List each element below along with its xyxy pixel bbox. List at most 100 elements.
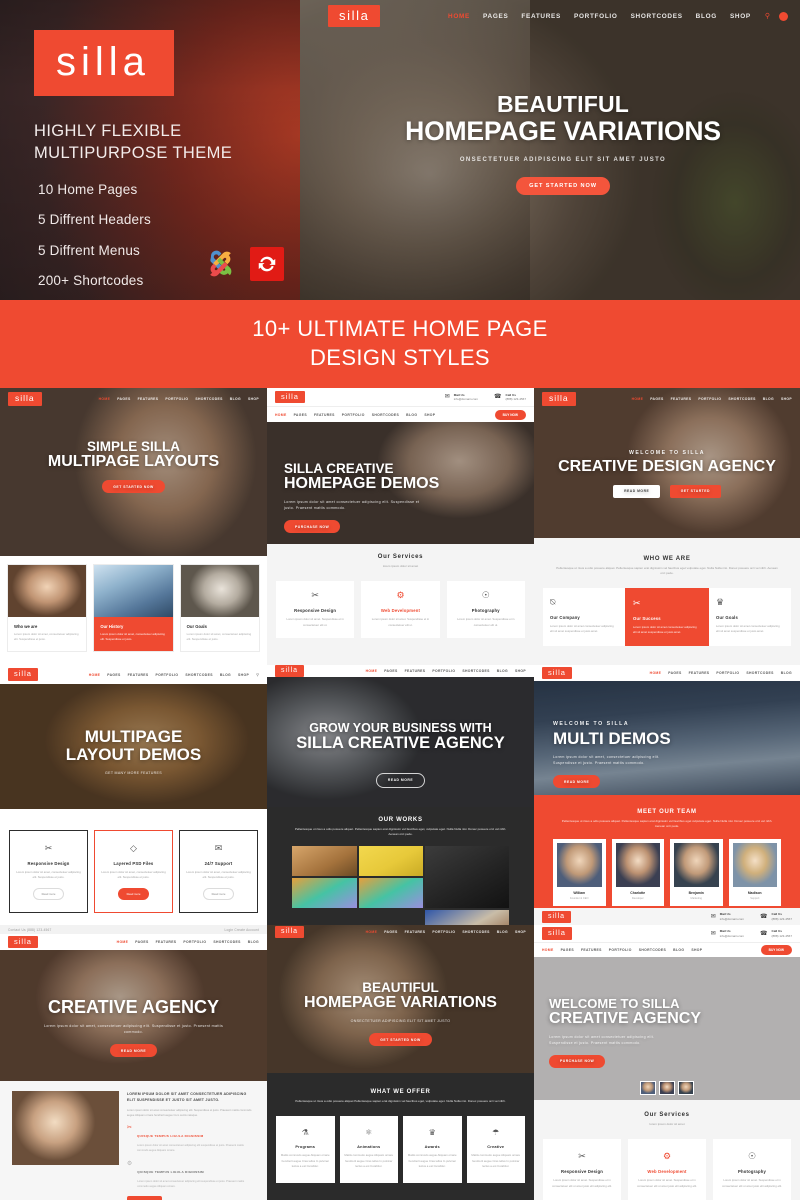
thumb-cta-button[interactable]: Purchase Now (284, 520, 341, 534)
thumb-logo[interactable]: silla (275, 665, 305, 677)
thumb-logo[interactable]: silla (275, 926, 305, 938)
feature-item[interactable]: ⚙ QUISQUE TEMPUS LIGULA DIGNISSIM Lorem … (127, 1160, 255, 1190)
nav-item-features[interactable]: FEATURES (521, 13, 561, 20)
nav-item-blog[interactable]: BLOG (696, 13, 717, 20)
service-card[interactable]: ✂ Responsive Design Lorem ipsum dolor si… (276, 581, 355, 639)
team-member[interactable]: Charlotte Developer (611, 838, 664, 906)
nav-item-shop[interactable]: SHOP (424, 413, 435, 417)
nav-item-portfolio[interactable]: PORTFOLIO (155, 673, 178, 677)
nav-item-pages[interactable]: PAGES (384, 669, 397, 673)
thumb-grow-your-business[interactable]: silla HOME PAGES FEATURES PORTFOLIO SHOR… (267, 665, 534, 925)
nav-item-shortcodes[interactable]: SHORTCODES (213, 940, 240, 944)
slider-thumb[interactable] (659, 1081, 675, 1095)
nav-item-portfolio[interactable]: PORTFOLIO (609, 948, 632, 952)
offer-card[interactable]: ♛ Awards Mattis commodo augue Aliquam or… (403, 1116, 462, 1184)
thumb-multi-demos[interactable]: silla HOME PAGES FEATURES PORTFOLIO SHOR… (534, 665, 800, 925)
nav-item-blog[interactable]: BLOG (497, 930, 508, 934)
feature-card-highlighted[interactable]: ✂ Our Success Lorem ipsum dolor sit amet… (625, 587, 709, 647)
offer-card[interactable]: ☂ Creative Mattis commodo augue Aliquam … (466, 1116, 525, 1184)
contact-phone[interactable]: ☎ Call Us (888) 123-4567 (760, 912, 792, 921)
nav-item-blog[interactable]: BLOG (497, 669, 508, 673)
nav-item-shop[interactable]: SHOP (248, 397, 259, 401)
service-card[interactable]: ⚙ Web Development Lorem ipsum dolor sit … (361, 581, 440, 639)
portfolio-item[interactable] (425, 845, 509, 908)
thumb-beautiful-homepage-variations[interactable]: silla HOME PAGES FEATURES PORTFOLIO SHOR… (267, 925, 534, 1200)
feature-item[interactable]: ✂ QUISQUE TEMPUS LIGULA DIGNISSIM Lorem … (127, 1124, 255, 1154)
thumb-logo[interactable]: silla (8, 935, 38, 949)
feature-card[interactable]: ⍉ Our Company Lorem ipsum dolor sit amet… (543, 587, 625, 647)
nav-item-features[interactable]: FEATURES (128, 673, 149, 677)
nav-item-pages[interactable]: PAGES (561, 948, 574, 952)
hero-logo[interactable]: silla (328, 5, 381, 27)
photo-card[interactable]: Our Goals Lorem ipsum dolor sit amet, co… (180, 565, 259, 651)
thumb-creative-agency[interactable]: Contact Us (888) 123-4567 Login Create A… (0, 925, 267, 1200)
nav-item-portfolio[interactable]: PORTFOLIO (165, 397, 188, 401)
nav-item-shortcodes[interactable]: SHORTCODES (639, 948, 666, 952)
thumb-logo[interactable]: silla (8, 392, 42, 406)
nav-item-portfolio[interactable]: PORTFOLIO (432, 669, 455, 673)
nav-item-portfolio[interactable]: PORTFOLIO (698, 397, 721, 401)
nav-item-shop[interactable]: SHOP (515, 930, 526, 934)
read-more-button[interactable]: Read more (32, 887, 65, 900)
thumb-logo[interactable]: silla (542, 666, 572, 680)
nav-item-shortcodes[interactable]: SHORTCODES (185, 673, 212, 677)
feature-card[interactable]: ✂ Responsive Design Lorem ipsum dolor si… (9, 830, 88, 913)
thumb-logo[interactable]: silla (275, 390, 305, 404)
nav-item-home[interactable]: HOME (448, 13, 470, 20)
read-more-button[interactable]: READ MORE (613, 484, 661, 498)
offer-card[interactable]: ⚛ Animations Mattis commodo augue Aliqua… (339, 1116, 398, 1184)
nav-item-shortcodes[interactable]: SHORTCODES (631, 13, 683, 20)
slider-thumb[interactable] (678, 1081, 694, 1095)
thumb-multipage-layout-demos[interactable]: silla HOME PAGES FEATURES PORTFOLIO SHOR… (0, 665, 267, 925)
nav-item-shop[interactable]: SHOP (515, 669, 526, 673)
nav-item-pages[interactable]: PAGES (483, 13, 508, 20)
nav-item-blog[interactable]: BLOG (673, 948, 684, 952)
portfolio-item[interactable] (425, 909, 509, 925)
team-member[interactable]: Madison Support (728, 838, 781, 906)
purchase-now-button[interactable]: PURCHASE NOW (549, 1054, 606, 1068)
thumb-creative-design-agency[interactable]: silla HOME PAGES FEATURES PORTFOLIO SHOR… (534, 388, 800, 665)
nav-item-portfolio[interactable]: PORTFOLIO (432, 930, 455, 934)
nav-item-pages[interactable]: PAGES (107, 673, 120, 677)
nav-item-home[interactable]: HOME (89, 673, 101, 677)
service-card[interactable]: ☉ Photography Lorem ipsum dolor sit amet… (713, 1139, 791, 1200)
photo-card-highlighted[interactable]: Our History Lorem ipsum dolor sit amet, … (94, 565, 173, 651)
nav-item-shop[interactable]: SHOP (691, 948, 702, 952)
read-more-button[interactable]: Read more (126, 1195, 162, 1200)
nav-item-portfolio[interactable]: PORTFOLIO (183, 940, 206, 944)
thumb-logo[interactable]: silla (542, 392, 576, 406)
nav-item-blog[interactable]: BLOG (406, 413, 417, 417)
nav-item-pages[interactable]: PAGES (650, 397, 663, 401)
nav-item-pages[interactable]: PAGES (294, 413, 307, 417)
thumb-logo[interactable]: silla (542, 927, 572, 940)
nav-item-features[interactable]: FEATURES (156, 940, 177, 944)
feature-card[interactable]: ♛ Our Goals Lorem ipsum dolor sit amet c… (709, 587, 791, 647)
nav-item-features[interactable]: FEATURES (689, 671, 710, 675)
nav-item-shortcodes[interactable]: SHORTCODES (728, 397, 755, 401)
nav-item-features[interactable]: FEATURES (138, 397, 159, 401)
thumb-creative-homepage-demos[interactable]: silla ✉ Mail Us info@domain.com ☎ Call Us… (267, 388, 534, 665)
portfolio-item[interactable] (292, 845, 357, 876)
nav-item-pages[interactable]: PAGES (135, 940, 148, 944)
thumb-cta-button[interactable]: GET STARTED NOW (102, 480, 165, 494)
nav-item-shortcodes[interactable]: SHORTCODES (372, 413, 399, 417)
service-card[interactable]: ☉ Photography Lorem ipsum dolor sit amet… (446, 581, 525, 639)
nav-item-pages[interactable]: PAGES (117, 397, 130, 401)
nav-item-features[interactable]: FEATURES (405, 930, 426, 934)
nav-item-features[interactable]: FEATURES (314, 413, 335, 417)
nav-item-shop[interactable]: SHOP (238, 673, 249, 677)
nav-item-home[interactable]: HOME (650, 671, 662, 675)
search-icon[interactable]: ⚲ (256, 672, 259, 677)
nav-item-portfolio[interactable]: PORTFOLIO (342, 413, 365, 417)
nav-item-features[interactable]: FEATURES (581, 948, 602, 952)
read-more-button[interactable]: READ MORE (553, 775, 601, 789)
thumb-footer-logo[interactable]: silla (542, 910, 572, 923)
portfolio-item[interactable] (358, 877, 424, 908)
nav-item-home[interactable]: HOME (117, 940, 129, 944)
nav-item-shop[interactable]: SHOP (730, 13, 751, 20)
service-card[interactable]: ✂ Responsive Design Lorem ipsum dolor si… (543, 1139, 621, 1200)
cart-icon[interactable] (779, 11, 788, 21)
feature-card[interactable]: ✉ 24/7 Support Lorem ipsum dolor sit ame… (179, 830, 258, 913)
feature-card-highlighted[interactable]: ◇ Layered PSD Files Lorem ipsum dolor si… (94, 830, 173, 913)
nav-item-portfolio[interactable]: PORTFOLIO (574, 13, 618, 20)
